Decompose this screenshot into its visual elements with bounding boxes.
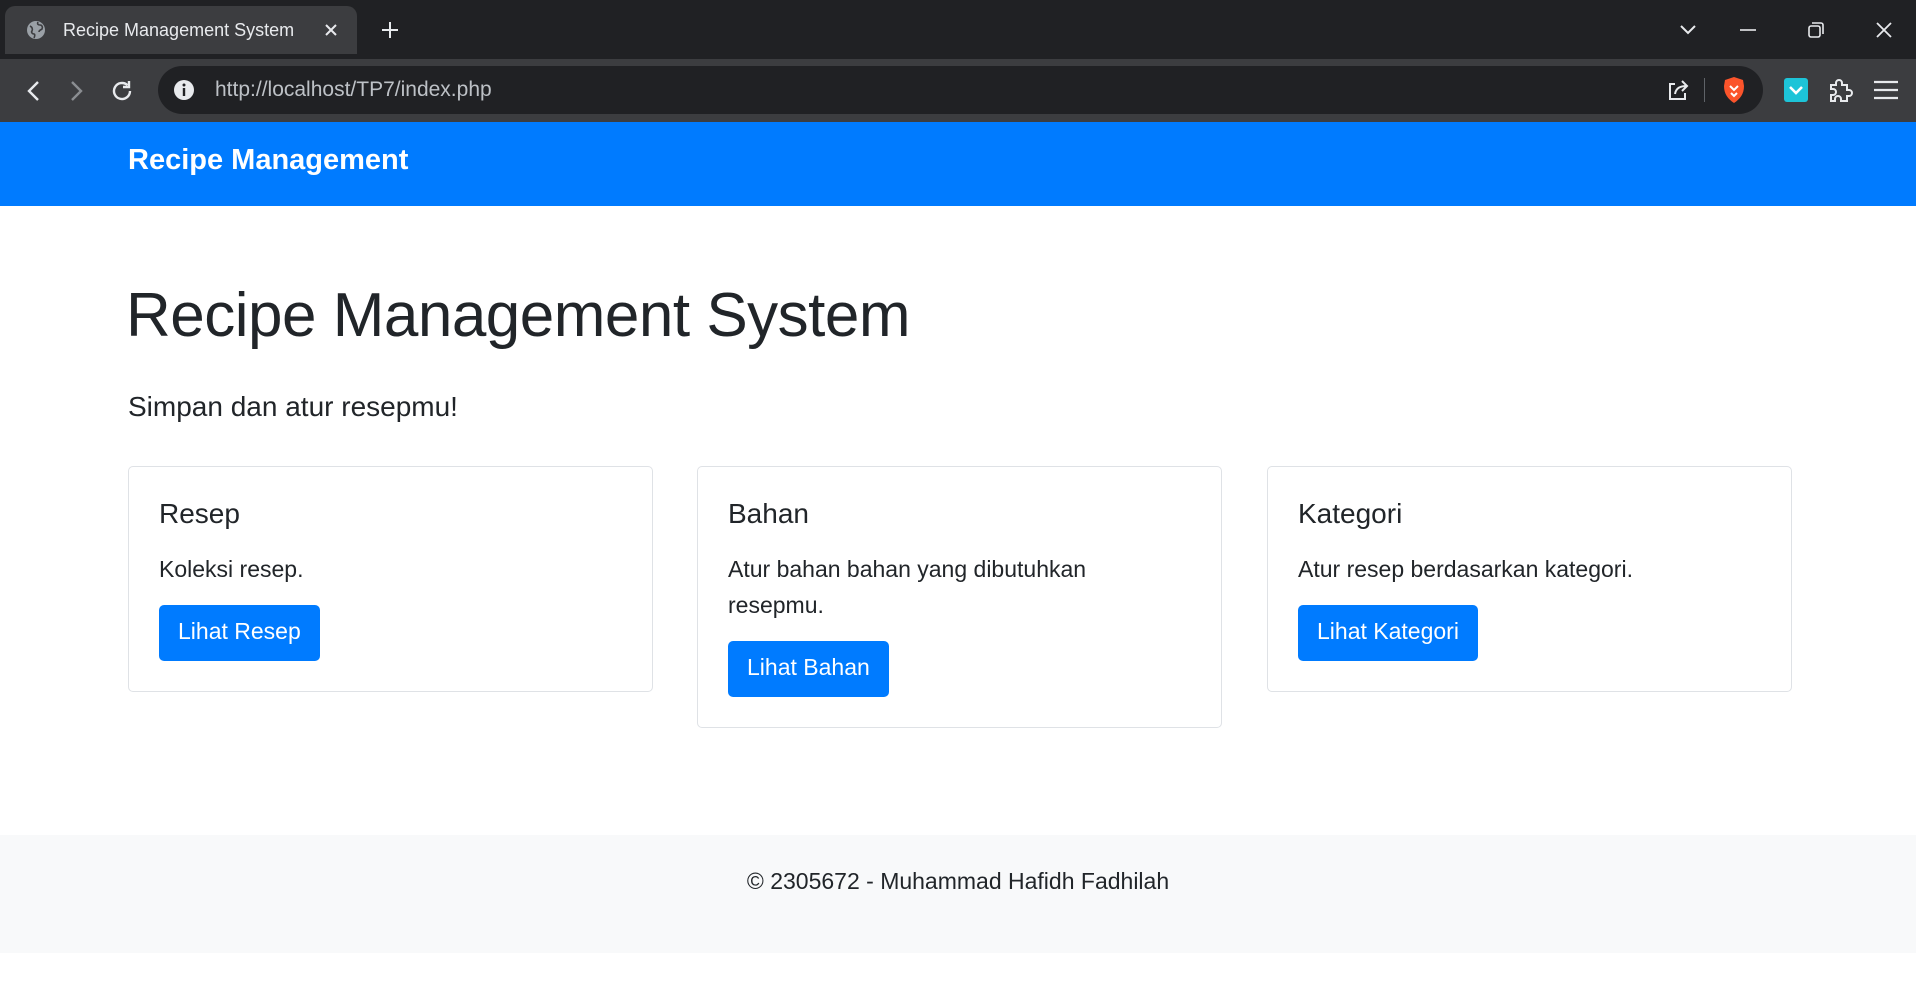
forward-arrow-icon[interactable] (60, 74, 94, 108)
navbar: Recipe Management (0, 122, 1916, 206)
restore-icon[interactable] (1800, 14, 1832, 46)
chevron-down-icon[interactable] (1672, 14, 1704, 46)
footer-text: © 2305672 - Muhammad Hafidh Fadhilah (746, 868, 1170, 894)
footer: © 2305672 - Muhammad Hafidh Fadhilah (0, 835, 1916, 953)
card-resep: Resep Koleksi resep. Lihat Resep (128, 466, 653, 692)
tab-title: Recipe Management System (63, 19, 295, 40)
toolbar-divider (1704, 78, 1705, 102)
card-bahan: Bahan Atur bahan bahan yang dibutuhkan r… (697, 466, 1222, 728)
close-icon[interactable] (319, 18, 343, 42)
info-icon[interactable] (172, 78, 196, 102)
card-kategori: Kategori Atur resep berdasarkan kategori… (1267, 466, 1792, 692)
card-text: Atur bahan bahan yang dibutuhkan resepmu… (728, 556, 1087, 618)
page-title: Recipe Management System (126, 281, 911, 350)
card-text: Atur resep berdasarkan kategori. (1298, 556, 1633, 582)
browser-tab[interactable]: Recipe Management System (5, 6, 357, 54)
globe-icon (25, 19, 47, 41)
lihat-bahan-button[interactable]: Lihat Bahan (728, 641, 889, 697)
page-lead: Simpan dan atur resepmu! (128, 391, 458, 422)
browser-toolbar: http://localhost/TP7/index.php (0, 59, 1916, 122)
minimize-icon[interactable] (1732, 14, 1764, 46)
share-icon[interactable] (1664, 76, 1692, 104)
address-bar[interactable]: http://localhost/TP7/index.php (158, 66, 1763, 114)
navbar-brand[interactable]: Recipe Management (128, 144, 408, 177)
lihat-kategori-button[interactable]: Lihat Kategori (1298, 605, 1478, 661)
window-close-icon[interactable] (1868, 14, 1900, 46)
brave-shield-icon[interactable] (1719, 75, 1749, 105)
card-title: Kategori (1298, 498, 1403, 529)
card-text: Koleksi resep. (159, 556, 304, 582)
extension-icon[interactable] (1780, 74, 1812, 106)
browser-tab-bar: Recipe Management System (0, 0, 1916, 59)
plus-icon[interactable] (376, 16, 404, 44)
reload-icon[interactable] (105, 74, 139, 108)
back-arrow-icon[interactable] (16, 74, 50, 108)
hamburger-menu-icon[interactable] (1870, 74, 1902, 106)
url-text[interactable]: http://localhost/TP7/index.php (215, 78, 492, 102)
card-title: Bahan (728, 498, 809, 529)
lihat-resep-button[interactable]: Lihat Resep (159, 605, 320, 661)
card-title: Resep (159, 498, 240, 529)
puzzle-icon[interactable] (1824, 74, 1856, 106)
